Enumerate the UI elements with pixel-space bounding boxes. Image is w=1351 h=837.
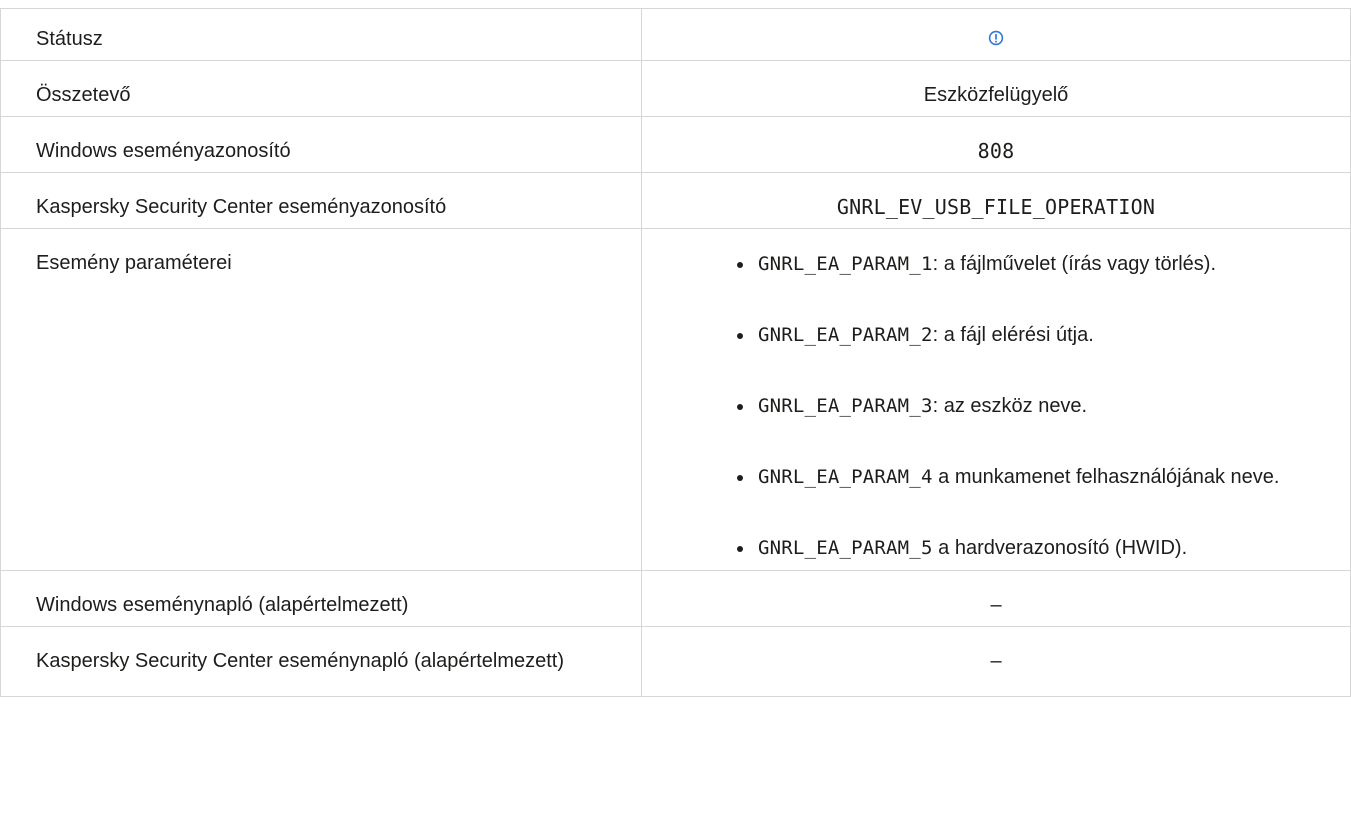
list-item: GNRL_EA_PARAM_1: a fájlművelet (írás vag… xyxy=(737,249,1340,280)
component-value: Eszközfelügyelő xyxy=(641,60,1351,117)
table-row-ksc-event-id: Kaspersky Security Center eseményazonosí… xyxy=(0,172,1351,229)
param-description: : a fájlművelet (írás vagy törlés). xyxy=(932,253,1217,275)
status-value xyxy=(641,8,1351,61)
ksc-event-log-value: – xyxy=(641,626,1351,697)
info-icon xyxy=(988,30,1004,46)
table-row-windows-event-log: Windows eseménynapló (alapértelmezett) – xyxy=(0,570,1351,627)
bullet-icon xyxy=(737,404,743,410)
list-item: GNRL_EA_PARAM_4 a munkamenet felhasználó… xyxy=(737,462,1340,493)
param-code: GNRL_EA_PARAM_1 xyxy=(758,253,933,275)
param-description: : a fájl elérési útja. xyxy=(932,324,1094,346)
windows-event-id-label: Windows eseményazonosító xyxy=(0,116,642,173)
bullet-icon xyxy=(737,262,743,268)
event-params-list: GNRL_EA_PARAM_1: a fájlművelet (írás vag… xyxy=(737,249,1340,564)
param-code: GNRL_EA_PARAM_2 xyxy=(758,324,933,346)
param-description: : az eszköz neve. xyxy=(932,395,1088,417)
param-code: GNRL_EA_PARAM_5 xyxy=(758,537,933,559)
ksc-event-log-label: Kaspersky Security Center eseménynapló (… xyxy=(0,626,642,697)
table-row-component: Összetevő Eszközfelügyelő xyxy=(0,60,1351,117)
ksc-event-id-label: Kaspersky Security Center eseményazonosí… xyxy=(0,172,642,229)
component-label: Összetevő xyxy=(0,60,642,117)
event-params-label: Esemény paraméterei xyxy=(0,228,642,571)
bullet-icon xyxy=(737,546,743,552)
event-params-value: GNRL_EA_PARAM_1: a fájlművelet (írás vag… xyxy=(641,228,1351,571)
param-code: GNRL_EA_PARAM_4 xyxy=(758,466,933,488)
windows-event-log-label: Windows eseménynapló (alapértelmezett) xyxy=(0,570,642,627)
table-row-event-params: Esemény paraméterei GNRL_EA_PARAM_1: a f… xyxy=(0,228,1351,571)
list-item: GNRL_EA_PARAM_2: a fájl elérési útja. xyxy=(737,320,1340,351)
param-code: GNRL_EA_PARAM_3 xyxy=(758,395,933,417)
bullet-icon xyxy=(737,333,743,339)
list-item: GNRL_EA_PARAM_5 a hardverazonosító (HWID… xyxy=(737,533,1340,564)
bullet-icon xyxy=(737,475,743,481)
list-item: GNRL_EA_PARAM_3: az eszköz neve. xyxy=(737,391,1340,422)
status-label: Státusz xyxy=(0,8,642,61)
windows-event-id-value: 808 xyxy=(641,116,1351,173)
windows-event-log-value: – xyxy=(641,570,1351,627)
table-row-windows-event-id: Windows eseményazonosító 808 xyxy=(0,116,1351,173)
param-description: a munkamenet felhasználójának neve. xyxy=(932,466,1280,488)
param-description: a hardverazonosító (HWID). xyxy=(932,537,1188,559)
table-row-ksc-event-log: Kaspersky Security Center eseménynapló (… xyxy=(0,626,1351,697)
ksc-event-id-value: GNRL_EV_USB_FILE_OPERATION xyxy=(641,172,1351,229)
table-row-status: Státusz xyxy=(0,8,1351,61)
event-properties-table: Státusz Összetevő Eszközfelügyelő Window… xyxy=(0,8,1351,697)
